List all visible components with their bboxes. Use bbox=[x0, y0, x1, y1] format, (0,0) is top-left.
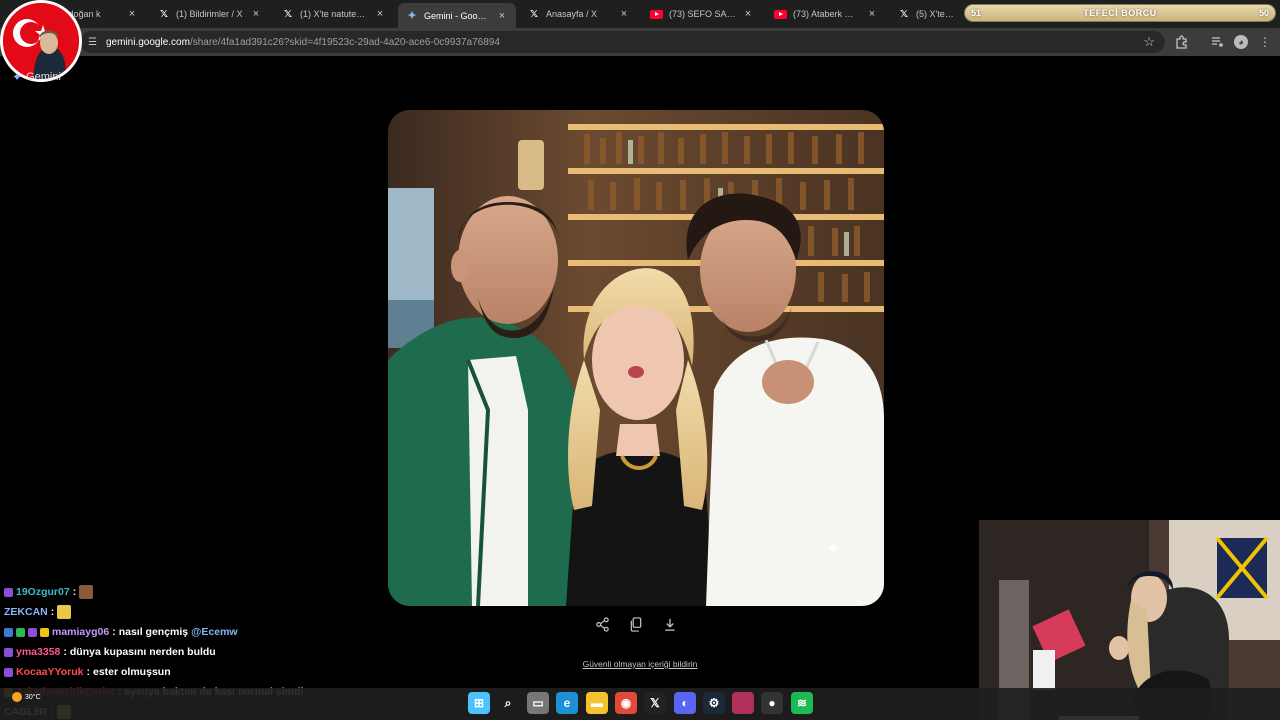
copy-icon[interactable] bbox=[626, 614, 646, 634]
gemini-logo[interactable]: ✦ Gemini bbox=[12, 70, 61, 84]
edge-icon[interactable]: e bbox=[556, 692, 578, 714]
browser-tab[interactable]: (73) Ataberk Doğan × bbox=[766, 3, 886, 25]
chat-emote-icon bbox=[57, 605, 72, 619]
tab-title: Anasayfa / X bbox=[546, 9, 598, 19]
youtube-icon bbox=[774, 9, 787, 19]
debt-label: TEFECİ BORCU bbox=[1083, 8, 1157, 18]
chat-username[interactable]: mamiayg06 bbox=[52, 626, 109, 638]
gemini-icon: ✦ bbox=[407, 10, 417, 22]
steam-icon[interactable]: ⚙ bbox=[703, 692, 725, 714]
x-app-icon[interactable]: 𝕏 bbox=[644, 692, 666, 714]
tab-close-icon[interactable]: × bbox=[126, 8, 138, 20]
spotify-icon[interactable]: ≋ bbox=[791, 692, 813, 714]
chat-username[interactable]: KocaaYYoruk bbox=[16, 666, 84, 678]
report-unsafe-content-link[interactable]: Güvenli olmayan içeriği bildirin bbox=[540, 659, 740, 669]
tab-title: (73) SEFO SAÇIMI SII bbox=[669, 9, 736, 19]
url-path: /share/4fa1ad391c26?skid=4f19523c-29ad-4… bbox=[189, 36, 500, 48]
tab-title: (73) Ataberk Doğan bbox=[793, 9, 860, 19]
chat-separator: : bbox=[72, 586, 77, 598]
shared-image[interactable]: ✦ bbox=[388, 110, 884, 606]
weather-temp: 30°C bbox=[25, 693, 41, 701]
search-icon[interactable]: ⌕ bbox=[497, 692, 519, 714]
chat-badge-icon bbox=[16, 627, 25, 637]
weather-widget[interactable]: 30°C bbox=[12, 692, 41, 702]
browser-tab[interactable]: (73) SEFO SAÇIMI SII × bbox=[642, 3, 762, 25]
tab-title: (1) Bildirimler / X bbox=[176, 9, 243, 19]
x-icon: 𝕏 bbox=[159, 8, 169, 20]
screen: 𝕏ataberk doğan k×𝕏(1) Bildirimler / X×𝕏(… bbox=[0, 0, 1280, 720]
chat-text: dünya kupasını nerden buldu bbox=[69, 646, 216, 658]
tab-title: (5) X'te yalc arşi bbox=[916, 9, 956, 19]
chat-separator: : bbox=[50, 606, 55, 618]
x-icon: 𝕏 bbox=[529, 8, 539, 20]
chat-badge-icon bbox=[28, 627, 37, 637]
download-icon[interactable] bbox=[660, 614, 680, 634]
extensions-icon[interactable] bbox=[1172, 33, 1190, 51]
chat-username[interactable]: 19Ozgur07 bbox=[16, 586, 70, 598]
browser-tab[interactable]: 𝕏 (1) X'te natuteyf: "Mi × bbox=[274, 3, 394, 25]
gemini-logo-text: Gemini bbox=[26, 71, 61, 83]
chat-message: 19Ozgur07: bbox=[4, 582, 334, 602]
windows-taskbar bbox=[0, 688, 1280, 720]
discord-icon[interactable]: ◐ bbox=[674, 692, 696, 714]
chat-message: ZEKCAN: bbox=[4, 602, 334, 622]
site-info-icon[interactable]: ☰ bbox=[88, 37, 102, 48]
tab-title: Gemini - Google Yapa bbox=[424, 10, 490, 21]
chat-badge-icon bbox=[4, 667, 13, 677]
windows-icon[interactable]: ⊞ bbox=[468, 692, 490, 714]
chat-badge-icon bbox=[4, 647, 13, 657]
chrome-icon[interactable]: ◉ bbox=[615, 692, 637, 714]
browser-tab[interactable]: 𝕏 (5) X'te yalc arşi bbox=[890, 3, 964, 25]
url-host: gemini.google.com bbox=[106, 36, 190, 48]
chat-text: ester olmuşsun bbox=[93, 666, 171, 678]
browser-tab[interactable]: 𝕏 Anasayfa / X × bbox=[520, 3, 638, 25]
sun-icon bbox=[12, 692, 22, 702]
gemini-spark-icon: ✦ bbox=[12, 70, 23, 84]
file-explorer-icon[interactable]: ▬ bbox=[586, 692, 608, 714]
tab-title: (1) X'te natuteyf: "Mi bbox=[300, 9, 368, 19]
debt-right-value: 50 bbox=[1258, 8, 1269, 18]
browser-tab[interactable]: ✦ Gemini - Google Yapa × bbox=[398, 3, 516, 28]
profile-avatar[interactable]: ◕ bbox=[1234, 35, 1248, 49]
tab-strip: 𝕏ataberk doğan k×𝕏(1) Bildirimler / X×𝕏(… bbox=[0, 0, 1280, 28]
browser-toolbar: ☰ gemini.google.com/share/4fa1ad391c26?s… bbox=[0, 28, 1280, 56]
tab-close-icon[interactable]: × bbox=[618, 8, 630, 20]
chat-message: yma3358: dünya kupasını nerden buldu bbox=[4, 642, 334, 662]
tab-close-icon[interactable]: × bbox=[374, 8, 386, 20]
address-bar[interactable]: ☰ gemini.google.com/share/4fa1ad391c26?s… bbox=[80, 31, 1165, 53]
chat-mention[interactable]: @Ecemw bbox=[191, 626, 237, 638]
youtube-icon bbox=[650, 9, 663, 19]
chat-separator: : bbox=[63, 646, 67, 658]
browser-tab[interactable]: 𝕏 (1) Bildirimler / X × bbox=[150, 3, 270, 25]
chat-username[interactable]: ZEKCAN bbox=[4, 606, 48, 618]
chat-badge-icon bbox=[4, 627, 13, 637]
x-icon: 𝕏 bbox=[283, 8, 293, 20]
app-icon[interactable] bbox=[732, 692, 754, 714]
debt-left-value: 51 bbox=[971, 8, 982, 18]
tab-close-icon[interactable]: × bbox=[866, 8, 878, 20]
tab-close-icon[interactable]: × bbox=[742, 8, 754, 20]
chat-message: KocaaYYoruk: ester olmuşsun bbox=[4, 662, 334, 682]
tab-close-icon[interactable]: × bbox=[250, 8, 262, 20]
chat-separator: : bbox=[112, 626, 116, 638]
chat-badge-icon bbox=[40, 627, 49, 637]
chat-message: mamiayg06: nasıl gençmiş @Ecemw bbox=[4, 622, 334, 642]
chat-text: nasıl gençmiş bbox=[118, 626, 189, 638]
chat-badge-icon bbox=[4, 587, 13, 597]
tab-close-icon[interactable]: × bbox=[496, 10, 508, 22]
menu-kebab-icon[interactable]: ⋮ bbox=[1256, 33, 1274, 51]
task-view-icon[interactable]: ▭ bbox=[527, 692, 549, 714]
chat-separator: : bbox=[86, 666, 91, 678]
debt-progress-overlay: 51 TEFECİ BORCU 50 bbox=[964, 4, 1276, 22]
sparkle-watermark-icon: ✦ bbox=[824, 537, 842, 562]
share-icon[interactable] bbox=[592, 614, 612, 634]
obs-icon[interactable]: ● bbox=[761, 692, 783, 714]
bookmark-star-icon[interactable]: ☆ bbox=[1143, 34, 1155, 50]
chat-username[interactable]: yma3358 bbox=[16, 646, 60, 658]
chat-emote-icon bbox=[79, 585, 94, 599]
media-controls-icon[interactable] bbox=[1208, 33, 1226, 51]
x-icon: 𝕏 bbox=[899, 8, 909, 20]
